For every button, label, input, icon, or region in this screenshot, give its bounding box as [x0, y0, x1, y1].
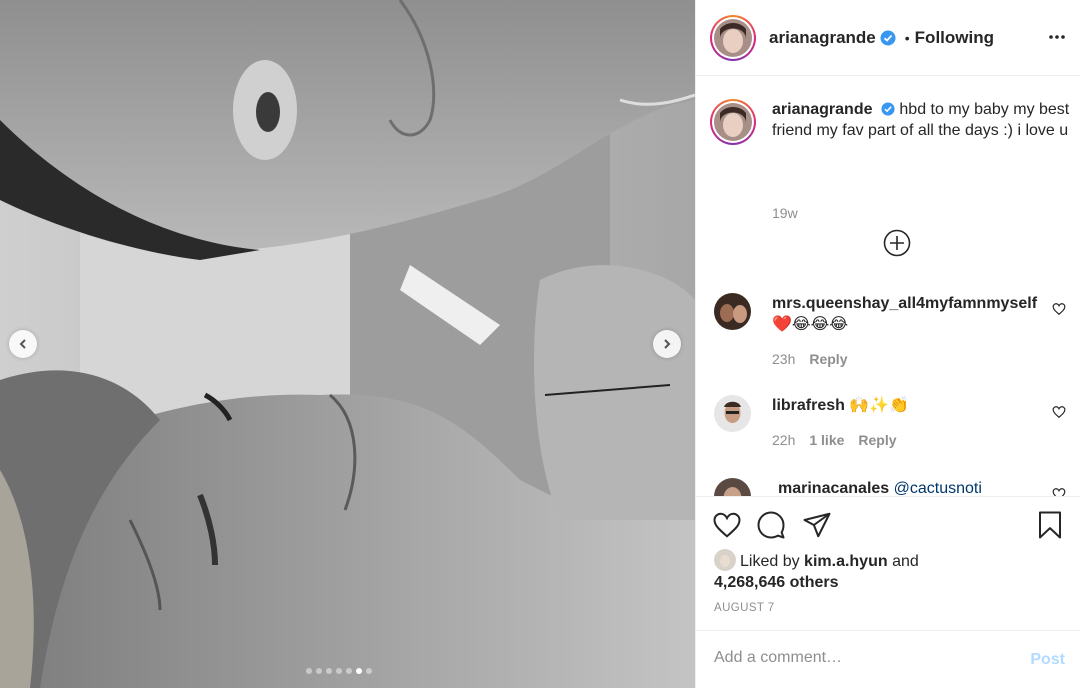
comment-timestamp[interactable]: 23h	[772, 349, 795, 370]
post-actions	[712, 510, 1068, 542]
likes-count[interactable]: 4,268,646 others	[714, 574, 839, 591]
comment-mention[interactable]: @cactusnoti	[894, 480, 982, 496]
carousel-indicator	[306, 668, 372, 674]
avatar-image	[714, 293, 751, 330]
comment-likes[interactable]: 1 like	[809, 430, 844, 451]
comment-item: marinacanales @cactusnoti	[714, 478, 1074, 497]
load-more-comments-icon[interactable]	[883, 229, 911, 257]
post-date[interactable]: AUGUST 7	[714, 602, 775, 614]
likes-prefix: Liked by	[740, 553, 800, 570]
like-comment-icon[interactable]	[1052, 487, 1066, 497]
previous-photo-button[interactable]	[9, 330, 37, 358]
carousel-dot	[366, 668, 372, 674]
reply-button[interactable]: Reply	[858, 430, 896, 451]
carousel-dot	[326, 668, 332, 674]
likes-and: and	[892, 553, 919, 570]
more-options-icon[interactable]	[1048, 28, 1066, 46]
comment-item: mrs.queenshay_all4myfamnmyself ❤️😂😂😂 23h…	[714, 293, 1074, 370]
comments-list[interactable]: arianagrande hbd to my baby my best frie…	[696, 77, 1080, 497]
add-comment-bar: Post	[696, 630, 1080, 688]
post-photo[interactable]	[0, 0, 695, 688]
caption-avatar[interactable]	[710, 99, 756, 145]
like-comment-icon[interactable]	[1052, 405, 1066, 419]
author-avatar[interactable]	[710, 14, 756, 61]
comment-item: librafresh 🙌✨👏 22h 1 like Reply	[714, 395, 1074, 451]
following-button[interactable]: Following	[915, 28, 994, 48]
save-bookmark-icon[interactable]	[1036, 510, 1064, 540]
chevron-right-icon	[664, 339, 671, 349]
carousel-dot	[316, 668, 322, 674]
comment-text: 🙌✨👏	[849, 397, 910, 414]
reply-button[interactable]: Reply	[809, 349, 847, 370]
verified-badge-icon	[880, 30, 896, 45]
avatar-image	[714, 395, 751, 432]
caption-username[interactable]: arianagrande	[772, 101, 872, 118]
photo-image	[0, 0, 695, 688]
like-comment-icon[interactable]	[1052, 302, 1066, 316]
comment-input[interactable]	[714, 649, 1014, 667]
liker-username[interactable]: kim.a.hyun	[804, 553, 888, 570]
comment-timestamp[interactable]: 22h	[772, 430, 795, 451]
comment-username[interactable]: marinacanales	[778, 480, 889, 496]
comment-text: ❤️😂😂😂	[772, 316, 849, 333]
carousel-dot	[356, 668, 362, 674]
post-comment-button[interactable]: Post	[1030, 651, 1065, 669]
post-details-panel: arianagrande • Following arianagrande hb…	[695, 0, 1080, 688]
avatar-image	[714, 18, 752, 57]
comment-username[interactable]: mrs.queenshay_all4myfamnmyself	[772, 295, 1037, 312]
avatar-image	[714, 478, 751, 496]
avatar-image	[714, 103, 752, 141]
post-header: arianagrande • Following	[696, 0, 1080, 76]
carousel-dot	[336, 668, 342, 674]
separator-bullet: •	[904, 29, 910, 46]
share-direct-icon[interactable]	[802, 510, 832, 540]
avatar-image	[714, 549, 736, 571]
likes-summary: Liked by kim.a.hyun and 4,268,646 others	[714, 549, 919, 593]
like-heart-icon[interactable]	[712, 510, 742, 540]
carousel-dot	[306, 668, 312, 674]
post-caption: arianagrande hbd to my baby my best frie…	[710, 99, 1072, 221]
commenter-avatar[interactable]	[714, 395, 751, 432]
carousel-dot	[346, 668, 352, 674]
caption-timestamp[interactable]: 19w	[772, 205, 798, 221]
chevron-left-icon	[19, 339, 26, 349]
comment-bubble-icon[interactable]	[756, 510, 786, 540]
commenter-avatar[interactable]	[714, 478, 751, 496]
author-username[interactable]: arianagrande	[769, 28, 876, 48]
comment-username[interactable]: librafresh	[772, 397, 845, 414]
commenter-avatar[interactable]	[714, 293, 751, 330]
liker-avatar[interactable]	[714, 549, 736, 571]
next-photo-button[interactable]	[653, 330, 681, 358]
verified-badge-icon	[881, 102, 895, 116]
